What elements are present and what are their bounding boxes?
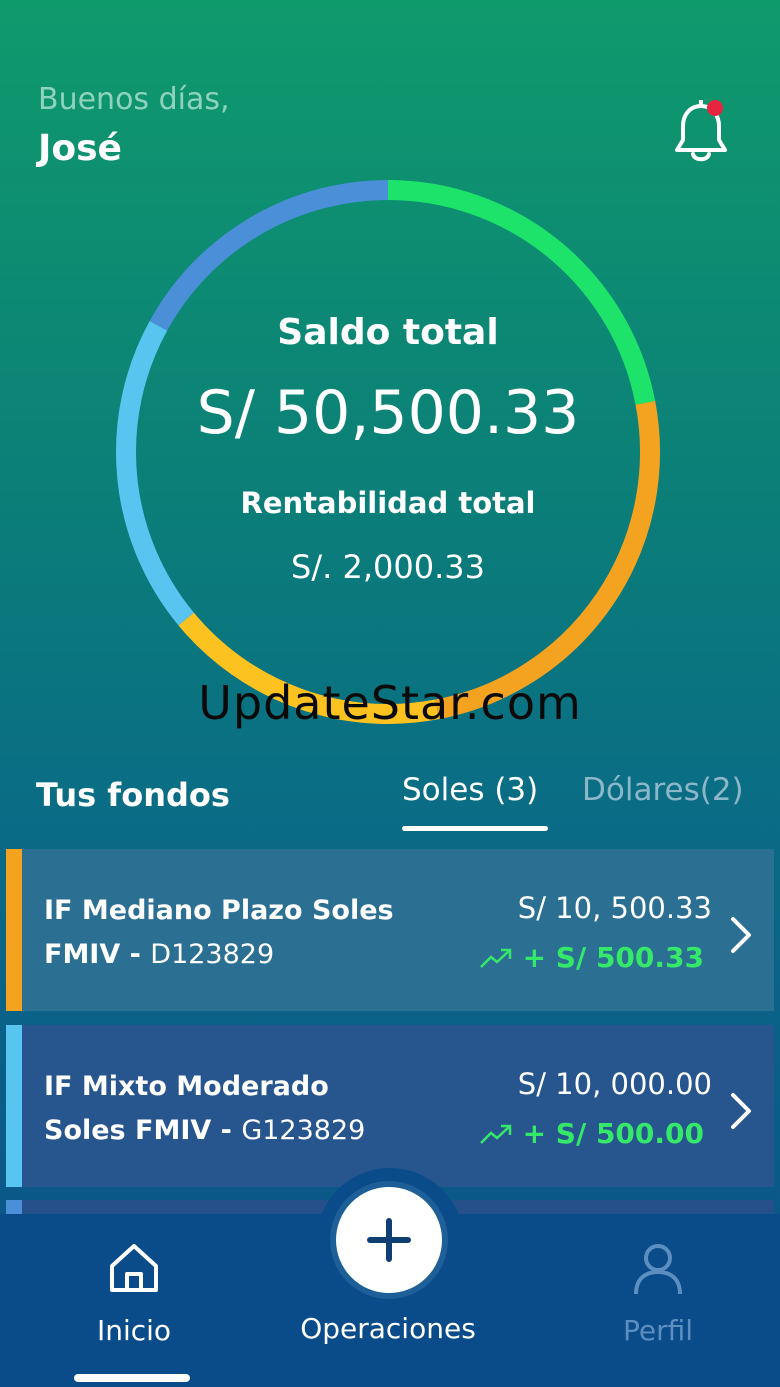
fund-gain: + S/ 500.00 [522,1117,704,1150]
nav-perfil[interactable]: Perfil [602,1240,714,1347]
greeting-text: Buenos días, [38,82,230,117]
trending-up-icon [479,948,511,968]
nav-inicio-label: Inicio [96,1314,172,1347]
nav-active-indicator [74,1374,190,1382]
fund-amount: S/ 10, 500.33 [517,891,712,925]
saldo-label: Saldo total [277,312,499,353]
fund-code: G123829 [241,1115,366,1146]
fund-accent-bar [6,1025,22,1187]
fund-accent-bar [6,849,22,1011]
rentabilidad-value: S/. 2,000.33 [291,548,485,586]
trending-up-icon [479,1124,511,1144]
balance-ring: Saldo total S/ 50,500.33 Rentabilidad to… [108,172,668,732]
home-icon [110,1244,158,1292]
user-name: José [38,128,122,169]
funds-title: Tus fondos [36,776,230,814]
notification-dot [707,100,723,116]
chevron-right-icon[interactable] [728,915,754,955]
fund-code: D123829 [150,939,275,970]
chevron-right-icon[interactable] [728,1091,754,1131]
user-icon [634,1244,682,1295]
saldo-value: S/ 50,500.33 [196,378,580,448]
watermark: UpdateStar.com [198,676,582,730]
nav-perfil-label: Perfil [622,1314,694,1347]
active-tab-indicator [402,826,548,831]
fund-amount: S/ 10, 000.00 [517,1067,712,1101]
tab-soles[interactable]: Soles (3) [402,772,538,808]
rentabilidad-label: Rentabilidad total [240,486,536,520]
nav-operaciones[interactable]: Operaciones [288,1312,488,1345]
operations-fab-button[interactable] [336,1187,442,1293]
fund-card-mediano-plazo[interactable]: IF Mediano Plazo Soles FMIV - D123829 S/… [6,849,774,1011]
plus-icon [367,1218,411,1262]
fund-gain: + S/ 500.33 [522,941,704,974]
fund-card-mixto-moderado[interactable]: IF Mixto Moderado Soles FMIV - G123829 S… [6,1025,774,1187]
nav-inicio[interactable]: Inicio [78,1240,190,1347]
tab-dolares[interactable]: Dólares(2) [582,772,744,808]
